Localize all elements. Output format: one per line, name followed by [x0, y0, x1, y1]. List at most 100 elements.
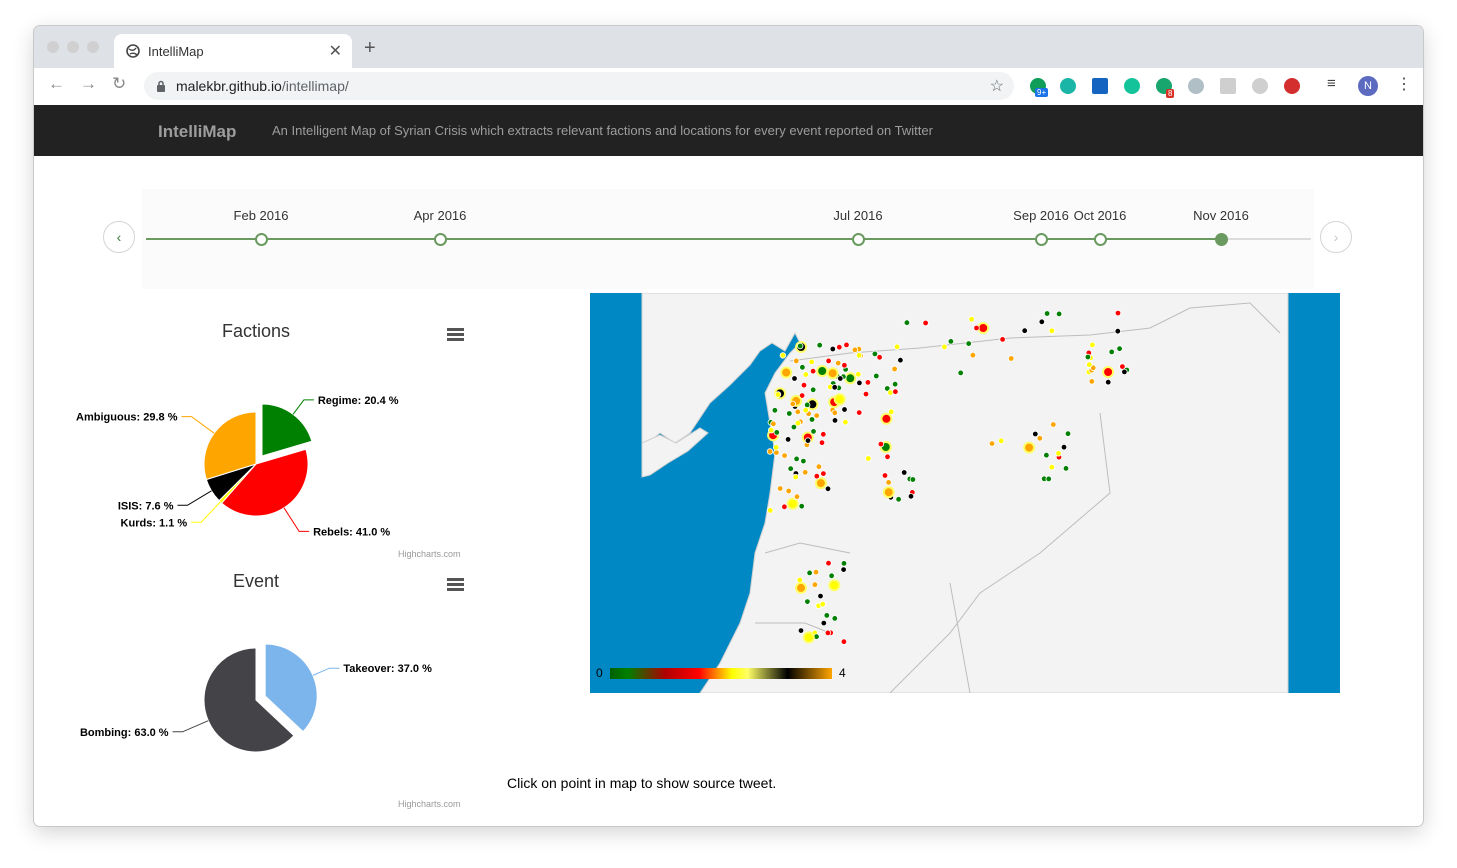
timeline-dot-oct[interactable]: [1094, 233, 1107, 246]
minimize-window-button[interactable]: [67, 41, 79, 53]
timeline-label-sep[interactable]: Sep 2016: [1013, 208, 1069, 223]
map-event-point[interactable]: [856, 409, 863, 416]
map-event-point[interactable]: [813, 412, 820, 419]
map-event-point[interactable]: [801, 469, 809, 476]
map-event-point[interactable]: [796, 342, 804, 350]
map-event-point[interactable]: [909, 476, 917, 483]
map-event-point[interactable]: [781, 452, 788, 459]
map-event-point[interactable]: [840, 638, 848, 645]
map-event-point[interactable]: [969, 352, 977, 359]
map-event-point[interactable]: [823, 612, 830, 619]
factions-chart-credit[interactable]: Highcharts.com: [398, 549, 461, 559]
map-event-point[interactable]: [1060, 443, 1068, 451]
map-event-point[interactable]: [882, 486, 895, 499]
map-event-point[interactable]: [811, 581, 819, 588]
map-event-point[interactable]: [840, 560, 848, 567]
map-event-point[interactable]: [1055, 450, 1062, 457]
maximize-window-button[interactable]: [87, 41, 99, 53]
map-event-point[interactable]: [786, 410, 793, 417]
map-event-point[interactable]: [824, 629, 832, 637]
map-event-point[interactable]: [965, 340, 972, 347]
map-event-point[interactable]: [968, 316, 975, 323]
event-chart-credit[interactable]: Highcharts.com: [398, 799, 461, 809]
map-event-point[interactable]: [922, 319, 929, 327]
map-event-point[interactable]: [819, 601, 826, 608]
timeline-next-button[interactable]: ›: [1320, 221, 1352, 253]
map-event-point[interactable]: [818, 439, 826, 446]
map-event-point[interactable]: [793, 357, 800, 365]
profile-avatar[interactable]: N: [1358, 76, 1378, 96]
map-event-point[interactable]: [834, 359, 842, 367]
map-event-point[interactable]: [831, 409, 838, 416]
map-event-point[interactable]: [884, 453, 891, 460]
map-event-point[interactable]: [812, 569, 820, 576]
map-event-point[interactable]: [880, 412, 893, 425]
adblock-icon[interactable]: [1284, 78, 1300, 94]
map-event-point[interactable]: [787, 465, 794, 472]
map-event-point[interactable]: [766, 507, 774, 514]
map-event-point[interactable]: [1021, 327, 1028, 334]
map-event-point[interactable]: [790, 423, 798, 431]
map-event-point[interactable]: [897, 356, 904, 364]
map-event-point[interactable]: [957, 369, 964, 377]
map-event-point[interactable]: [784, 436, 792, 443]
map-event-point[interactable]: [892, 388, 899, 395]
map-event-point[interactable]: [1045, 475, 1052, 483]
map-event-point[interactable]: [808, 416, 816, 423]
map-event-point[interactable]: [856, 379, 863, 387]
map-event-point[interactable]: [895, 496, 902, 503]
map-event-point[interactable]: [773, 429, 780, 436]
map-event-point[interactable]: [855, 371, 862, 378]
timeline-label-oct[interactable]: Oct 2016: [1074, 208, 1127, 223]
map-event-point[interactable]: [789, 400, 796, 408]
map-event-point[interactable]: [1102, 366, 1115, 378]
close-window-button[interactable]: [47, 41, 59, 53]
map-event-point[interactable]: [810, 428, 817, 435]
map-event-point[interactable]: [843, 341, 850, 349]
map-event-point[interactable]: [779, 352, 787, 359]
grammarly-icon[interactable]: [1124, 78, 1140, 94]
map-event-point[interactable]: [767, 426, 775, 434]
extension-8-icon[interactable]: [1252, 78, 1268, 94]
map-event-point[interactable]: [1114, 309, 1122, 317]
map-event-point[interactable]: [973, 324, 980, 332]
map-event-point[interactable]: [803, 401, 811, 409]
map-event-point[interactable]: [773, 449, 780, 456]
timeline-dot-jul[interactable]: [852, 233, 865, 246]
map-event-point[interactable]: [802, 371, 809, 378]
map-event-point[interactable]: [862, 390, 870, 398]
map-event-point[interactable]: [1089, 341, 1096, 349]
map-event-point[interactable]: [797, 627, 805, 634]
map-event-point[interactable]: [793, 493, 801, 500]
map-event-point[interactable]: [988, 440, 996, 447]
map-event-point[interactable]: [802, 406, 809, 414]
map-event-point[interactable]: [865, 455, 872, 462]
map-event-point[interactable]: [842, 418, 849, 426]
map-event-point[interactable]: [840, 566, 847, 573]
map-event-point[interactable]: [771, 407, 779, 414]
forward-icon[interactable]: →: [80, 74, 97, 94]
map-event-point[interactable]: [1084, 353, 1092, 361]
map-event-point[interactable]: [772, 444, 780, 451]
map-event-point[interactable]: [791, 375, 798, 382]
timeline-prev-button[interactable]: ‹: [103, 221, 135, 253]
map-event-point[interactable]: [998, 437, 1005, 444]
map-event-point[interactable]: [774, 391, 782, 398]
map-event-point[interactable]: [793, 455, 800, 463]
syria-map[interactable]: 0 4: [590, 293, 1340, 693]
map-event-point[interactable]: [1064, 430, 1072, 437]
extension-6-icon[interactable]: [1188, 78, 1204, 94]
map-event-point[interactable]: [947, 338, 955, 345]
timeline-dot-nov-selected[interactable]: [1215, 233, 1228, 246]
extension-7-icon[interactable]: [1220, 78, 1236, 94]
tab-intellimap[interactable]: IntelliMap ✕: [114, 34, 352, 68]
timeline-dot-feb[interactable]: [255, 233, 268, 246]
map-event-point[interactable]: [1088, 378, 1095, 385]
map-event-point[interactable]: [808, 358, 815, 366]
timeline-dot-sep[interactable]: [1035, 233, 1048, 246]
map-event-point[interactable]: [1121, 368, 1128, 376]
map-event-point[interactable]: [873, 372, 880, 380]
pie-slice-regime[interactable]: [261, 403, 313, 457]
timeline-label-feb[interactable]: Feb 2016: [234, 208, 289, 223]
media-control-icon[interactable]: ≡: [1327, 75, 1336, 92]
